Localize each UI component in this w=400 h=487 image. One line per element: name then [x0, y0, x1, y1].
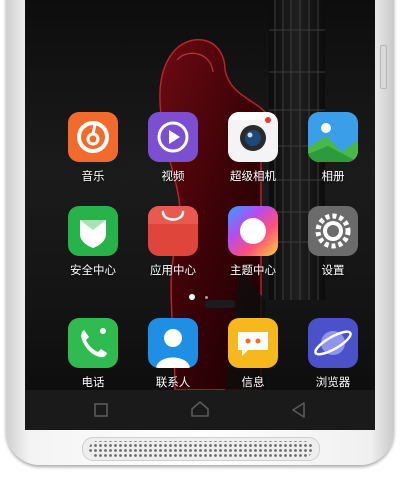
app-label: 联系人 — [155, 375, 191, 389]
page-dot — [205, 296, 208, 299]
page-dot-active — [189, 294, 195, 300]
app-label: 电话 — [81, 375, 105, 389]
app-label: 超级相机 — [230, 169, 276, 183]
volume-key — [380, 45, 387, 89]
recent-apps-icon[interactable] — [89, 398, 113, 422]
phone-icon — [68, 318, 118, 368]
app-label: 相册 — [321, 169, 345, 183]
app-settings[interactable]: 设置 — [293, 206, 373, 296]
app-label: 主题中心 — [230, 263, 276, 277]
app-label: 设置 — [321, 263, 345, 277]
app-theme-center[interactable]: 主题中心 — [213, 206, 293, 296]
camera-icon — [228, 112, 278, 162]
app-label: 音乐 — [81, 169, 105, 183]
home-screen[interactable]: 音乐 视频 超级相机 相册 安全中心 应用中心 主题中心 设置 电话 联系人 信… — [25, 0, 375, 430]
app-camera[interactable]: 超级相机 — [213, 112, 293, 202]
app-app-center[interactable]: 应用中心 — [133, 206, 213, 296]
app-music[interactable]: 音乐 — [53, 112, 133, 202]
navigation-bar — [25, 390, 375, 430]
app-label: 视频 — [161, 169, 185, 183]
app-label: 信息 — [241, 375, 265, 389]
video-play-icon — [148, 112, 198, 162]
app-gallery[interactable]: 相册 — [293, 112, 373, 202]
gear-icon — [308, 206, 358, 256]
theme-icon — [228, 206, 278, 256]
app-label: 浏览器 — [315, 375, 351, 389]
gallery-icon — [308, 112, 358, 162]
app-store-bag-icon — [148, 206, 198, 256]
speaker-grille — [82, 437, 320, 461]
back-icon[interactable] — [287, 398, 311, 422]
shield-icon — [68, 206, 118, 256]
contacts-icon — [148, 318, 198, 368]
music-icon — [68, 112, 118, 162]
page-indicator — [185, 292, 215, 302]
browser-planet-icon — [308, 318, 358, 368]
app-video[interactable]: 视频 — [133, 112, 213, 202]
app-label: 安全中心 — [70, 263, 116, 277]
home-icon[interactable] — [188, 398, 212, 422]
message-icon — [228, 318, 278, 368]
app-security-center[interactable]: 安全中心 — [53, 206, 133, 296]
app-label: 应用中心 — [150, 263, 196, 277]
